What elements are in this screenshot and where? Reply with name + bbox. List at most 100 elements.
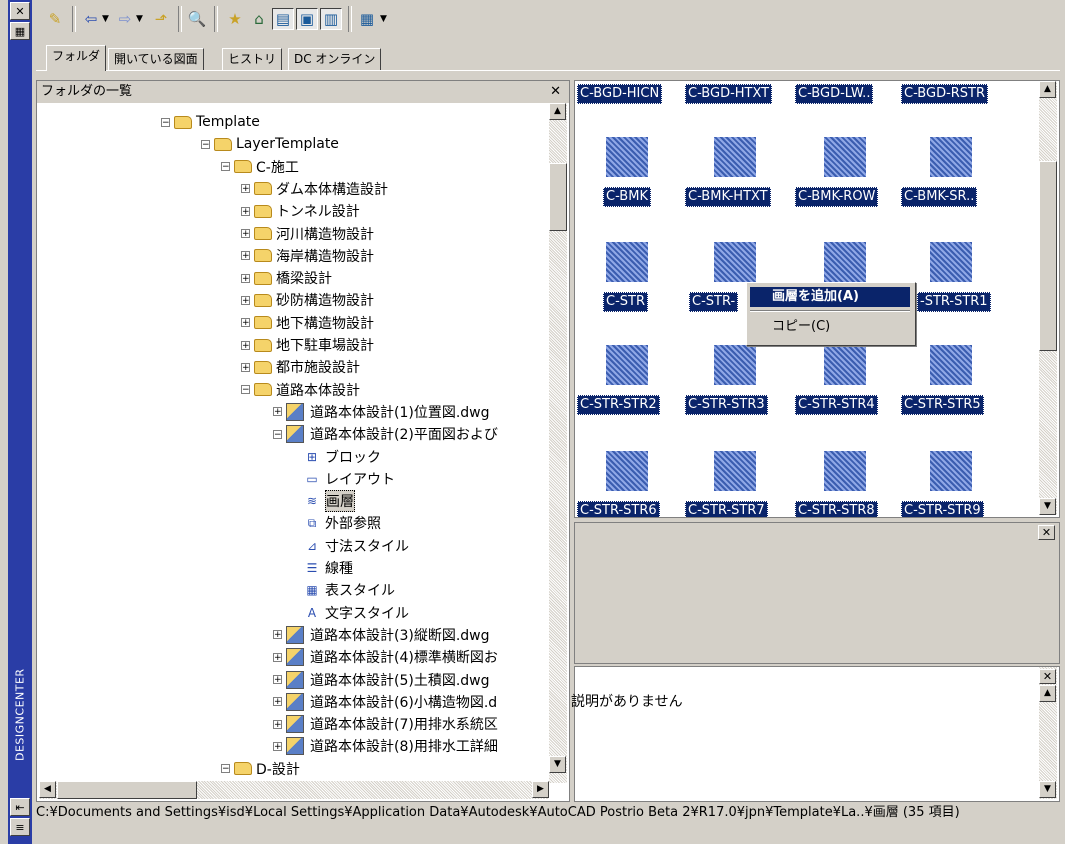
layer-icon[interactable]	[930, 345, 972, 385]
tree-node[interactable]: + 道路本体設計(5)土積図.dwg	[273, 669, 490, 691]
favorites-icon[interactable]: ★	[224, 8, 246, 30]
scroll-down-icon[interactable]: ▼	[549, 756, 566, 773]
tree-node[interactable]: − 道路本体設計(2)平面図および	[273, 423, 498, 445]
tree-vertical-scrollbar[interactable]: ▲ ▼	[549, 103, 567, 783]
layer-item-label[interactable]: C-BMK	[603, 187, 651, 207]
tab-history[interactable]: ヒストリ	[222, 48, 283, 70]
layer-item-label[interactable]: C-STR-	[689, 292, 739, 312]
layer-item-label[interactable]: C-BMK-SR..	[901, 187, 978, 207]
expand-icon[interactable]: +	[273, 675, 282, 685]
views-icon[interactable]: ▦	[356, 8, 378, 30]
scroll-down-icon[interactable]: ▼	[1039, 781, 1056, 798]
expand-icon[interactable]: +	[241, 295, 250, 305]
tree-node[interactable]: + 道路本体設計(8)用排水工詳細	[273, 735, 498, 757]
layer-icon[interactable]	[824, 345, 866, 385]
layer-item-label[interactable]: C-STR-STR8	[795, 501, 878, 517]
layer-icon[interactable]	[714, 137, 756, 177]
expand-icon[interactable]: +	[273, 652, 282, 662]
palette-properties-icon[interactable]: ▦	[10, 22, 30, 40]
home-icon[interactable]: ⌂	[248, 8, 270, 30]
tree-node[interactable]: − 道路本体設計	[241, 379, 360, 401]
expand-icon[interactable]: +	[241, 273, 250, 283]
expand-icon[interactable]: +	[273, 719, 282, 729]
layer-icon[interactable]	[930, 137, 972, 177]
collapse-icon[interactable]: −	[221, 764, 230, 774]
tree-node[interactable]: + 道路本体設計(1)位置図.dwg	[273, 401, 490, 423]
layer-item-label[interactable]: C-STR-STR2	[577, 395, 660, 415]
collapse-icon[interactable]: −	[161, 117, 170, 127]
close-description-icon[interactable]: ✕	[1039, 669, 1056, 684]
close-preview-icon[interactable]: ✕	[1038, 525, 1055, 540]
tree-node[interactable]: + 地下駐車場設計	[241, 334, 374, 356]
tree-node[interactable]: + トンネル設計	[241, 200, 360, 222]
tree-node[interactable]: + 地下構造物設計	[241, 312, 374, 334]
layer-icon[interactable]	[714, 242, 756, 282]
tree-node[interactable]: + 河川構造物設計	[241, 223, 374, 245]
description-toggle-icon[interactable]: ▥	[320, 8, 342, 30]
close-palette-icon[interactable]: ✕	[10, 2, 30, 20]
tree-node[interactable]: + 都市施設設計	[241, 356, 360, 378]
menu-item-add-layer[interactable]: 画層を追加(A)	[750, 287, 910, 307]
scroll-thumb[interactable]	[1039, 161, 1057, 351]
tree-node[interactable]: + 海岸構造物設計	[241, 245, 374, 267]
expand-icon[interactable]: +	[273, 407, 282, 417]
content-vertical-scrollbar[interactable]: ▲ ▼	[1039, 81, 1057, 515]
collapse-icon[interactable]: −	[201, 139, 210, 149]
layer-icon[interactable]	[606, 451, 648, 491]
layer-item-label[interactable]: C-STR-STR4	[795, 395, 878, 415]
tree-node[interactable]: A 文字スタイル	[303, 602, 409, 624]
layer-icon[interactable]	[606, 137, 648, 177]
scroll-right-icon[interactable]: ▶	[532, 781, 549, 798]
tree-node[interactable]: ▭ レイアウト	[303, 468, 395, 490]
layer-item-label[interactable]: C-STR-STR3	[685, 395, 768, 415]
tree-node[interactable]: + 道路本体設計(6)小構造物図.d	[273, 691, 497, 713]
expand-icon[interactable]: +	[241, 362, 250, 372]
palette-menu-icon[interactable]: ≡	[10, 818, 30, 836]
expand-icon[interactable]: +	[241, 251, 250, 261]
layer-icon[interactable]	[606, 345, 648, 385]
scroll-left-icon[interactable]: ◀	[39, 781, 56, 798]
tree-node[interactable]: − D-設計	[221, 758, 300, 780]
layer-icon[interactable]	[714, 345, 756, 385]
forward-dropdown-icon[interactable]: ▼	[136, 14, 143, 24]
scroll-up-icon[interactable]: ▲	[1039, 685, 1056, 702]
tree-node[interactable]: − LayerTemplate	[201, 133, 339, 155]
scroll-down-icon[interactable]: ▼	[1039, 498, 1056, 515]
tree-node[interactable]: + ダム本体構造設計	[241, 178, 388, 200]
tree-node[interactable]: − C-施工	[221, 156, 299, 178]
expand-icon[interactable]: +	[241, 340, 250, 350]
tab-folders[interactable]: フォルダ	[46, 45, 107, 71]
expand-icon[interactable]: +	[273, 741, 282, 751]
load-icon[interactable]: ✎	[44, 8, 66, 30]
menu-item-copy[interactable]: コピー(C)	[750, 317, 910, 337]
tree-node[interactable]: ⧉ 外部参照	[303, 512, 381, 534]
expand-icon[interactable]: +	[241, 206, 250, 216]
expand-icon[interactable]: +	[241, 184, 250, 194]
layer-item-label[interactable]: C-BGD-RSTR	[901, 84, 989, 104]
close-icon[interactable]: ✕	[550, 81, 561, 103]
layer-icon[interactable]	[824, 451, 866, 491]
layer-item-label[interactable]: C-BMK-HTXT	[685, 187, 771, 207]
expand-icon[interactable]: +	[241, 318, 250, 328]
scroll-up-icon[interactable]: ▲	[1039, 81, 1056, 98]
tree-horizontal-scrollbar[interactable]: ◀ ▶	[39, 781, 549, 799]
tab-open-drawings[interactable]: 開いている図面	[108, 48, 204, 70]
collapse-icon[interactable]: −	[273, 429, 282, 439]
layer-item-label[interactable]: C-BGD-HICN	[577, 84, 663, 104]
tree-node[interactable]: ▦ 表スタイル	[303, 579, 395, 601]
scroll-thumb[interactable]	[549, 163, 567, 231]
layer-icon[interactable]	[606, 242, 648, 282]
layer-item-label[interactable]: C-STR-STR7	[685, 501, 768, 517]
collapse-icon[interactable]: −	[241, 385, 250, 395]
tree-view-toggle-icon[interactable]: ▤	[272, 8, 294, 30]
tree-node[interactable]: + 道路本体設計(4)標準横断図お	[273, 646, 498, 668]
layer-item-label[interactable]: C-STR	[603, 292, 648, 312]
tree-node[interactable]: ≋ 画層	[303, 490, 355, 513]
layer-item-label[interactable]: C-BMK-ROW	[795, 187, 879, 207]
layer-item-label[interactable]: C-BGD-HTXT	[685, 84, 773, 104]
layer-icon[interactable]	[824, 137, 866, 177]
back-dropdown-icon[interactable]: ▼	[102, 14, 109, 24]
layer-item-label[interactable]: C-BGD-LW..	[795, 84, 874, 104]
forward-icon[interactable]: ⇨	[114, 8, 136, 30]
expand-icon[interactable]: +	[273, 697, 282, 707]
